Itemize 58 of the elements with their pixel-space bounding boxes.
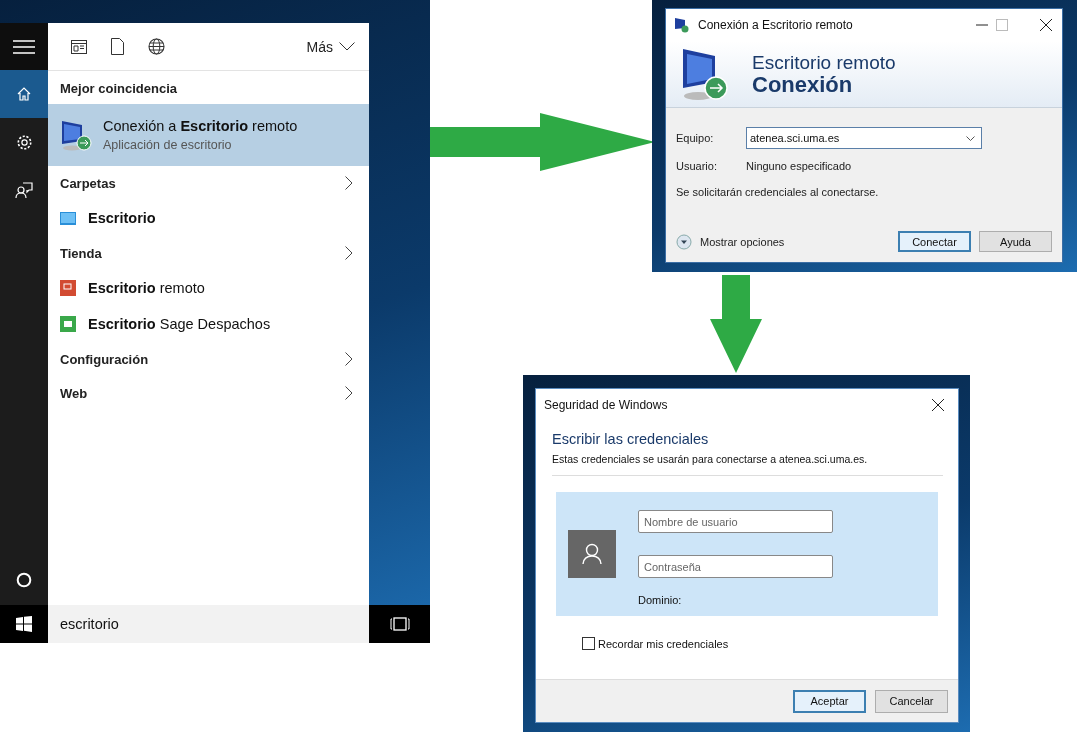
chevron-right-icon bbox=[345, 176, 353, 190]
section-header[interactable]: Web bbox=[48, 376, 369, 410]
chevron-down-icon bbox=[966, 135, 975, 141]
chevron-circle-icon[interactable] bbox=[676, 233, 692, 250]
domain-label: Dominio: bbox=[638, 594, 683, 606]
result-item[interactable]: Escritorio Sage Despachos bbox=[48, 306, 369, 342]
search-field[interactable]: escritorio bbox=[48, 605, 369, 643]
dialog-button[interactable]: Ayuda bbox=[979, 231, 1052, 252]
dialog-button[interactable]: Aceptar bbox=[793, 689, 866, 713]
folder-icon bbox=[60, 211, 76, 225]
computer-icon bbox=[674, 17, 690, 33]
result-item[interactable]: Escritorio bbox=[48, 200, 369, 236]
dialog-button[interactable]: Conectar bbox=[898, 231, 971, 252]
dialog-description: Estas credenciales se usarán para conectarse a atenea.sci.uma.es. bbox=[552, 453, 869, 465]
more-dropdown[interactable]: Más bbox=[306, 38, 355, 55]
menu-icon[interactable] bbox=[13, 39, 35, 54]
document-icon[interactable] bbox=[111, 38, 124, 55]
window-title: Seguridad de Windows bbox=[544, 398, 668, 412]
chevron-right-icon bbox=[345, 246, 353, 260]
dialog-button[interactable]: Cancelar bbox=[875, 689, 948, 713]
field-label: Equipo: bbox=[676, 132, 715, 144]
user-value: Ninguno especificado bbox=[746, 160, 852, 172]
show-options-link[interactable]: Mostrar opciones bbox=[700, 235, 785, 248]
home-icon bbox=[16, 86, 32, 102]
section-header[interactable]: Carpetas bbox=[48, 166, 369, 200]
news-icon[interactable] bbox=[71, 39, 87, 54]
result-item[interactable]: Escritorio remoto bbox=[48, 270, 369, 306]
banner-subtitle: Conexión bbox=[752, 72, 854, 97]
computer-icon bbox=[60, 118, 94, 152]
close-icon[interactable] bbox=[932, 399, 944, 411]
user-icon bbox=[582, 543, 602, 565]
password-field[interactable]: Contraseña bbox=[638, 555, 833, 578]
settings-icon bbox=[15, 133, 33, 151]
globe-icon[interactable] bbox=[148, 38, 165, 55]
field-label: Usuario: bbox=[676, 160, 718, 172]
section-heading: Mejor coincidencia bbox=[59, 80, 179, 98]
rail-tab[interactable] bbox=[0, 70, 48, 118]
app-tile-icon bbox=[60, 280, 76, 296]
banner-title: Escritorio remoto bbox=[752, 51, 896, 73]
best-match-item[interactable]: Conexión a Escritorio remoto Aplicación de escritorio bbox=[48, 104, 369, 166]
computer-combobox[interactable]: atenea.sci.uma.es bbox=[746, 127, 982, 149]
checkbox[interactable] bbox=[582, 637, 595, 650]
chevron-right-icon bbox=[345, 386, 353, 400]
windows-logo-icon[interactable] bbox=[16, 616, 32, 632]
window-title: Conexión a Escritorio remoto bbox=[698, 18, 853, 32]
task-view-icon[interactable] bbox=[389, 617, 410, 631]
info-text: Se solicitarán credenciales al conectarse. bbox=[676, 186, 880, 198]
chevron-right-icon bbox=[345, 352, 353, 366]
chevron-down-icon bbox=[339, 42, 355, 51]
dialog-heading: Escribir las credenciales bbox=[552, 431, 710, 447]
checkbox-label: Recordar mis credenciales bbox=[598, 637, 729, 650]
app-tile-icon bbox=[60, 316, 76, 332]
feedback-icon bbox=[15, 181, 33, 199]
close-icon[interactable] bbox=[1040, 19, 1052, 31]
circle-icon[interactable] bbox=[16, 572, 32, 588]
section-header[interactable]: Tienda bbox=[48, 236, 369, 270]
section-header[interactable]: Configuración bbox=[48, 342, 369, 376]
username-field[interactable]: Nombre de usuario bbox=[638, 510, 833, 533]
